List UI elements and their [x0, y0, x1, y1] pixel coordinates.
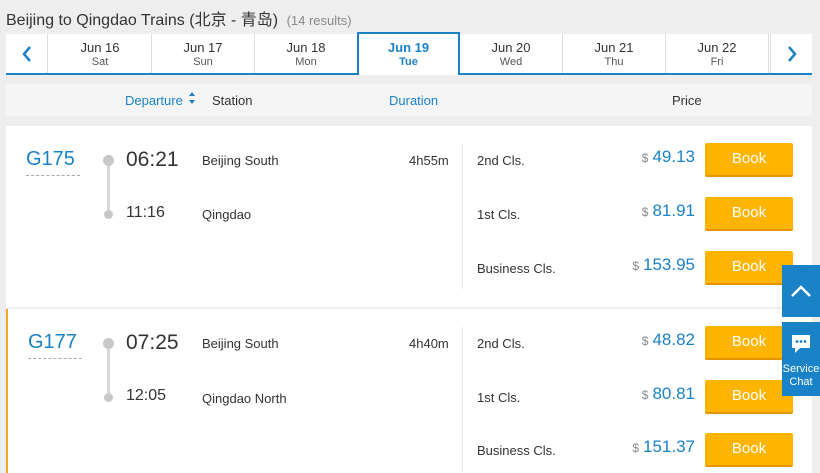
chevron-up-icon: [791, 285, 811, 297]
weekday-label: Sun: [193, 56, 213, 68]
divider: [462, 327, 463, 472]
price-value: 49.13: [652, 147, 695, 166]
page-title: Beijing to Qingdao Trains (北京 - 青岛) (14 …: [6, 6, 352, 30]
departure-dot: [103, 155, 114, 166]
seat-class-label: 2nd Cls.: [477, 336, 525, 351]
station-column-label: Station: [212, 93, 253, 108]
arrival-time: 11:16: [126, 204, 165, 221]
date-tab-4[interactable]: Jun 20 Wed: [460, 34, 563, 73]
date-tab-3-active[interactable]: Jun 19 Tue: [357, 32, 460, 75]
seat-option-business: Business Cls. $153.95 Book: [477, 251, 797, 285]
weekday-label: Mon: [295, 56, 317, 68]
train-card: G177 07:25 12:05 Beijing South Qingdao N…: [6, 309, 812, 473]
seat-class-label: 1st Cls.: [477, 390, 521, 405]
book-button[interactable]: Book: [705, 326, 793, 360]
timeline-line: [107, 349, 110, 393]
timeline-line: [107, 166, 110, 210]
price-value: 48.82: [652, 330, 695, 349]
price-value: 151.37: [643, 437, 695, 456]
date-tab-5[interactable]: Jun 21 Thu: [563, 34, 666, 73]
title-text: Beijing to Qingdao Trains: [6, 12, 185, 29]
weekday-label: Wed: [499, 56, 523, 68]
date-label: Jun 16: [80, 40, 120, 55]
price-value: 153.95: [643, 255, 695, 274]
chat-label: Service Chat: [782, 363, 820, 388]
book-button[interactable]: Book: [705, 251, 793, 285]
arrival-station: Qingdao North: [202, 391, 287, 406]
prev-dates-button[interactable]: [6, 34, 48, 73]
seat-option-1st: 1st Cls. $80.81 Book: [477, 380, 797, 414]
seat-price: $81.91: [642, 201, 695, 221]
currency-symbol: $: [641, 388, 649, 402]
weekday-label: Sat: [91, 56, 109, 68]
price-column-label: Price: [672, 93, 702, 108]
currency-symbol: $: [641, 205, 649, 219]
date-tab-6[interactable]: Jun 22 Fri: [666, 34, 769, 73]
seat-price: $153.95: [632, 255, 695, 275]
chevron-right-icon: [787, 45, 797, 62]
column-header: Departure Station Duration Price: [6, 84, 812, 116]
date-label: Jun 17: [183, 40, 223, 55]
chevron-left-icon: [21, 45, 31, 62]
currency-symbol: $: [641, 334, 649, 348]
seat-class-label: Business Cls.: [477, 261, 556, 276]
seat-option-2nd: 2nd Cls. $49.13 Book: [477, 143, 797, 177]
departure-time: 06:21: [126, 148, 179, 171]
price-value: 81.91: [652, 201, 695, 220]
seat-option-1st: 1st Cls. $81.91 Book: [477, 197, 797, 231]
date-tab-1[interactable]: Jun 17 Sun: [152, 34, 255, 73]
weekday-label: Tue: [399, 56, 418, 68]
date-label: Jun 22: [697, 40, 737, 55]
seat-option-2nd: 2nd Cls. $48.82 Book: [477, 326, 797, 360]
service-chat-button[interactable]: Service Chat: [782, 322, 820, 396]
chat-bubble-icon: [792, 335, 810, 353]
arrival-time: 12:05: [126, 387, 167, 404]
book-button[interactable]: Book: [705, 380, 793, 414]
seat-class-label: Business Cls.: [477, 443, 556, 458]
back-to-top-button[interactable]: [782, 265, 820, 317]
weekday-label: Fri: [710, 56, 724, 68]
train-card: G175 06:21 11:16 Beijing South Qingdao 4…: [6, 126, 812, 307]
train-number-link[interactable]: G177: [28, 331, 82, 359]
currency-symbol: $: [632, 259, 639, 273]
seat-price: $49.13: [642, 147, 695, 167]
book-button[interactable]: Book: [705, 433, 793, 467]
next-dates-button[interactable]: [770, 34, 812, 73]
date-tab-2[interactable]: Jun 18 Mon: [255, 34, 358, 73]
weekday-label: Thu: [604, 56, 624, 68]
sort-departure-link[interactable]: Departure: [125, 93, 183, 108]
book-button[interactable]: Book: [705, 143, 793, 177]
divider: [462, 144, 463, 289]
date-selector: Jun 16 Sat Jun 17 Sun Jun 18 Mon Jun 19 …: [6, 32, 812, 75]
seat-price: $151.37: [632, 437, 695, 457]
seat-class-label: 2nd Cls.: [477, 153, 525, 168]
date-label: Jun 18: [286, 40, 326, 55]
arrival-dot: [104, 393, 113, 402]
book-button[interactable]: Book: [705, 197, 793, 231]
currency-symbol: $: [632, 441, 639, 455]
route-chinese: (北京 - 青岛): [189, 12, 279, 29]
seat-price: $80.81: [642, 384, 695, 404]
seat-class-label: 1st Cls.: [477, 207, 521, 222]
date-label: Jun 21: [594, 40, 634, 55]
sort-arrows-icon[interactable]: [188, 91, 196, 108]
date-tab-0[interactable]: Jun 16 Sat: [49, 34, 152, 73]
departure-time: 07:25: [126, 331, 179, 354]
train-number-link[interactable]: G175: [26, 148, 80, 176]
seat-price: $48.82: [642, 330, 695, 350]
results-count: (14 results): [286, 13, 352, 28]
departure-station: Beijing South: [202, 336, 279, 351]
date-label: Jun 20: [491, 40, 531, 55]
trip-duration: 4h55m: [409, 153, 449, 168]
seat-option-business: Business Cls. $151.37 Book: [477, 433, 797, 467]
sort-duration-link[interactable]: Duration: [389, 93, 438, 108]
departure-dot: [103, 338, 114, 349]
trip-duration: 4h40m: [409, 336, 449, 351]
departure-station: Beijing South: [202, 153, 279, 168]
arrival-dot: [104, 210, 113, 219]
currency-symbol: $: [641, 151, 649, 165]
date-label: Jun 19: [387, 40, 430, 55]
price-value: 80.81: [652, 384, 695, 403]
arrival-station: Qingdao: [202, 207, 252, 222]
